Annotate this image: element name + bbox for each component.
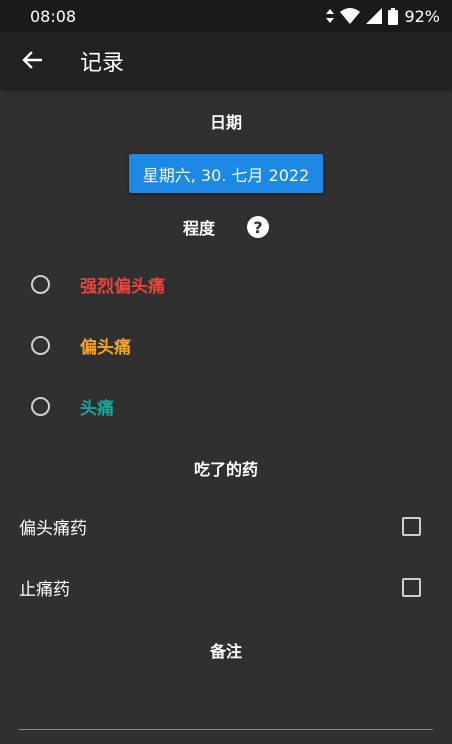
radio-button[interactable] xyxy=(31,335,50,355)
medication-heading: 吃了的药 xyxy=(193,460,258,479)
date-picker-button[interactable]: 星期六, 30. 七月 2022 xyxy=(129,154,323,193)
notes-heading: 备注 xyxy=(209,642,242,661)
date-heading: 日期 xyxy=(209,113,242,132)
status-icons: 92% xyxy=(326,6,440,26)
arrow-back-icon xyxy=(22,51,42,69)
severity-option-headache[interactable]: 头痛 xyxy=(0,384,452,428)
medication-item-label: 止痛药 xyxy=(19,579,70,600)
severity-option-label: 偏头痛 xyxy=(80,337,131,358)
medication-item-painkiller[interactable]: 止痛药 xyxy=(0,565,452,609)
page-title: 记录 xyxy=(80,51,125,76)
radio-button[interactable] xyxy=(31,274,50,294)
data-arrows-icon xyxy=(326,9,335,23)
severity-option-label: 头痛 xyxy=(80,398,114,419)
battery-icon xyxy=(388,7,399,25)
cell-signal-icon xyxy=(366,8,383,24)
severity-heading-row: 程度 ? xyxy=(0,212,452,242)
severity-option-label: 强烈偏头痛 xyxy=(80,276,165,297)
help-icon[interactable]: ? xyxy=(247,216,269,238)
medication-item-migraine-medicine[interactable]: 偏头痛药 xyxy=(0,504,452,548)
notes-input[interactable] xyxy=(19,676,433,730)
status-bar: 08:08 92% xyxy=(0,0,452,32)
radio-button[interactable] xyxy=(31,396,50,416)
battery-percentage: 92% xyxy=(404,6,440,26)
checkbox[interactable] xyxy=(402,577,421,597)
status-time: 08:08 xyxy=(30,7,77,26)
severity-option-severe-migraine[interactable]: 强烈偏头痛 xyxy=(0,262,452,306)
wifi-icon xyxy=(340,8,361,24)
back-button[interactable] xyxy=(12,40,52,80)
app-bar: 记录 xyxy=(0,32,452,88)
severity-heading: 程度 xyxy=(182,219,215,238)
checkbox[interactable] xyxy=(402,516,421,536)
medication-item-label: 偏头痛药 xyxy=(19,518,87,539)
severity-option-migraine[interactable]: 偏头痛 xyxy=(0,323,452,367)
